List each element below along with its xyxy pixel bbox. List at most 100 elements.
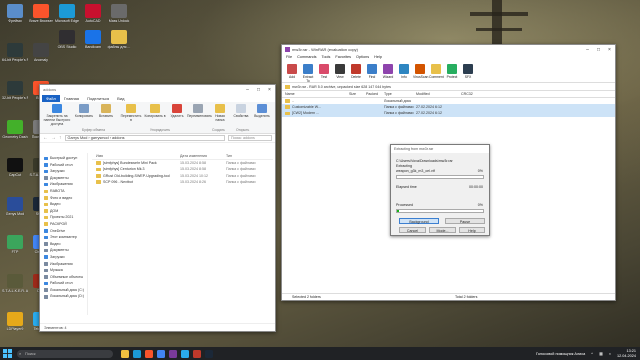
column-name[interactable]: Name xyxy=(282,91,338,97)
column-modified[interactable]: Modified xyxy=(414,91,459,97)
nav-item[interactable]: Документы xyxy=(40,247,87,254)
taskbar-app-icon[interactable] xyxy=(121,349,129,358)
minimize-icon[interactable]: – xyxy=(242,87,253,93)
minimize-icon[interactable]: – xyxy=(582,47,593,53)
taskbar-app-icon[interactable] xyxy=(145,349,153,358)
nav-item[interactable]: Проекты 2021 xyxy=(40,214,87,221)
move-to-button[interactable]: Переместить в xyxy=(120,104,142,122)
file-name[interactable]: SCP 096 - Nextbot xyxy=(92,179,180,185)
toolbar-button[interactable]: Info xyxy=(397,61,411,82)
winrar-titlebar[interactable]: mw3r.rar - WinRAR (evaluation copy) – □ … xyxy=(282,45,615,54)
column-size[interactable]: Size xyxy=(338,91,358,97)
copy-to-button[interactable]: Копировать в xyxy=(144,104,166,118)
network-icon[interactable]: ▦ xyxy=(599,351,603,356)
select-button[interactable]: Выделить xyxy=(252,104,272,118)
menu-item[interactable]: Help xyxy=(374,54,382,61)
toolbar-button[interactable]: Comment xyxy=(429,61,444,82)
desktop-shortcut[interactable]: OBS Studio xyxy=(54,30,80,49)
taskbar-app-icon[interactable] xyxy=(157,349,165,358)
desktop-shortcut[interactable]: 64-bit People's Patch xyxy=(2,42,28,62)
taskbar-app-icon[interactable] xyxy=(193,349,201,358)
nav-item[interactable]: RABOTA xyxy=(40,188,87,195)
nav-item[interactable]: Быстрый доступ xyxy=(40,155,87,162)
windows-start-icon[interactable] xyxy=(3,349,12,358)
clock[interactable]: 13:21 12.04.2024 xyxy=(617,349,636,358)
nav-item[interactable]: Загрузки xyxy=(40,254,87,261)
toolbar-button[interactable]: Delete xyxy=(349,61,363,82)
nav-item[interactable]: Локальный диск (D:) xyxy=(40,293,87,300)
toolbar-button[interactable]: Extract To xyxy=(301,61,315,83)
desktop-shortcut[interactable]: Bandicam xyxy=(80,30,106,49)
desktop-shortcut[interactable]: 32-bit People's Patch xyxy=(2,81,28,100)
assistant-label[interactable]: Голосовой помощник Алиса xyxy=(536,352,585,356)
column-date[interactable]: Дата изменения xyxy=(180,153,226,159)
nav-item[interactable]: Рабочий стол xyxy=(40,162,87,169)
toolbar-button[interactable]: VirusScan xyxy=(413,61,428,82)
nav-item[interactable]: Загрузки xyxy=(40,168,87,175)
new-folder-button[interactable]: Новая папка xyxy=(211,104,229,122)
desktop-shortcut[interactable]: Genys Mod xyxy=(2,196,28,216)
cancel-button[interactable]: Cancel xyxy=(399,227,426,233)
pin-quick-access-button[interactable]: Закрепить на панели быстрого доступа xyxy=(42,104,72,126)
column-type[interactable]: Type xyxy=(380,91,414,97)
desktop-shortcut[interactable]: LDPlayer9 xyxy=(2,312,28,331)
nav-item[interactable]: Видео xyxy=(40,241,87,248)
back-icon[interactable]: ← xyxy=(43,135,48,141)
tab-view[interactable]: Вид xyxy=(113,95,128,102)
desktop-shortcut[interactable]: FTP xyxy=(2,235,28,254)
rename-button[interactable]: Переименовать xyxy=(187,104,212,118)
toolbar-button[interactable]: Wizard xyxy=(381,61,395,82)
paste-button[interactable]: Вставить xyxy=(96,104,116,118)
column-type[interactable]: Тип xyxy=(226,153,266,159)
taskbar-app-icon[interactable] xyxy=(181,349,189,358)
menu-item[interactable]: Favorites xyxy=(335,54,351,61)
nav-item[interactable]: Видео xyxy=(40,201,87,208)
nav-item[interactable]: Этот компьютер xyxy=(40,234,87,241)
mode-button[interactable]: Mode... xyxy=(429,227,456,233)
desktop-shortcut[interactable]: файлы для ... xyxy=(106,30,132,49)
nav-item[interactable]: Объемные объекты xyxy=(40,274,87,281)
column-crc[interactable]: CRC32 xyxy=(459,91,489,97)
desktop-shortcut[interactable]: Anomaly xyxy=(28,42,54,62)
properties-button[interactable]: Свойства xyxy=(232,104,250,118)
column-packed[interactable]: Packed xyxy=(358,91,380,97)
toolbar-button[interactable]: Test xyxy=(317,61,331,82)
taskbar-search-input[interactable]: ⌕ Поиск xyxy=(17,349,113,358)
desktop-shortcut[interactable]: S.T.A.L.K.E.R. Anomaly xyxy=(2,273,28,293)
search-input[interactable]: Поиск: addons xyxy=(228,135,272,141)
desktop-shortcut[interactable]: Фрейми xyxy=(2,4,28,23)
pause-button[interactable]: Pause xyxy=(445,218,485,224)
nav-item[interactable]: Рабочий стол xyxy=(40,280,87,287)
volume-icon[interactable]: ◖ xyxy=(609,352,611,356)
nav-item[interactable]: Локальный диск (C:) xyxy=(40,287,87,294)
toolbar-button[interactable]: SFX xyxy=(461,61,475,82)
taskbar-app-icon[interactable] xyxy=(133,349,141,358)
column-name[interactable]: Имя xyxy=(92,153,180,159)
chevron-up-icon[interactable]: ^ xyxy=(591,352,593,356)
close-icon[interactable]: × xyxy=(604,47,615,53)
nav-item[interactable]: OneDrive xyxy=(40,228,87,235)
nav-item[interactable]: Изображения xyxy=(40,261,87,268)
menu-item[interactable]: Options xyxy=(356,54,369,61)
desktop-shortcut[interactable]: Geometry Dash xyxy=(2,119,28,139)
extract-progress-dialog[interactable]: Extracting from mw3r.rar C:\Users\Vova\D… xyxy=(390,144,490,236)
desktop-shortcut[interactable]: CapCut xyxy=(2,158,28,177)
explorer-titlebar[interactable]: addons – □ × xyxy=(40,85,275,94)
nav-item[interactable]: Музыка xyxy=(40,267,87,274)
nav-item[interactable]: Документы xyxy=(40,175,87,182)
forward-icon[interactable]: → xyxy=(51,135,56,141)
tab-file[interactable]: Файл xyxy=(42,95,60,102)
file-explorer-window[interactable]: addons – □ × Файл Главная Поделиться Вид… xyxy=(39,84,276,332)
desktop-shortcut[interactable]: AutoCAD xyxy=(80,4,106,23)
up-folder-icon[interactable] xyxy=(285,84,290,89)
nav-item[interactable]: ДОМ xyxy=(40,208,87,215)
tab-share[interactable]: Поделиться xyxy=(83,95,113,102)
background-button[interactable]: Background xyxy=(399,218,439,224)
nav-item[interactable]: Изображения xyxy=(40,181,87,188)
maximize-icon[interactable]: □ xyxy=(593,47,604,53)
toolbar-button[interactable]: Add xyxy=(285,61,299,82)
desktop-shortcut[interactable]: Brave Browser xyxy=(28,4,54,23)
nav-item[interactable]: Фото и видео xyxy=(40,195,87,202)
address-bar[interactable]: Garrys Mod › garrysmod › addons xyxy=(64,135,225,141)
archive-path[interactable]: mw3r.rar - RAR 5.0 archive, unpacked siz… xyxy=(292,85,391,89)
